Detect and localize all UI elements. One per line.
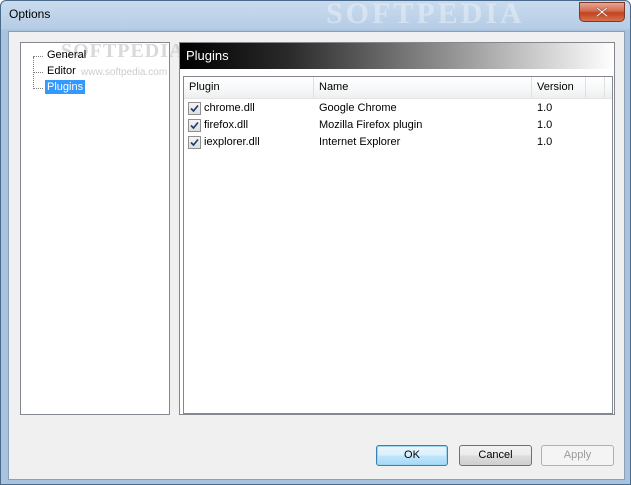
table-row[interactable]: firefox.dll Mozilla Firefox plugin 1.0 bbox=[184, 117, 612, 134]
title-bar[interactable]: Options SOFTPEDIA bbox=[1, 0, 630, 31]
plugin-name: Google Chrome bbox=[319, 102, 397, 114]
checkmark-icon bbox=[190, 104, 199, 113]
plugin-version: 1.0 bbox=[537, 136, 553, 148]
close-icon bbox=[596, 7, 608, 17]
plugin-enabled-checkbox[interactable] bbox=[188, 136, 201, 149]
options-window: Options SOFTPEDIA SOFTPEDIA www.softpedi… bbox=[0, 0, 631, 485]
table-row[interactable]: chrome.dll Google Chrome 1.0 bbox=[184, 100, 612, 117]
tree-connector bbox=[33, 88, 43, 89]
plugin-enabled-checkbox[interactable] bbox=[188, 119, 201, 132]
list-header: Plugin Name Version bbox=[184, 77, 612, 99]
apply-button[interactable]: Apply bbox=[541, 445, 614, 466]
table-row[interactable]: iexplorer.dll Internet Explorer 1.0 bbox=[184, 134, 612, 151]
plugin-name: Mozilla Firefox plugin bbox=[319, 119, 423, 131]
plugins-list[interactable]: Plugin Name Version chrome.dll Google Ch… bbox=[183, 76, 613, 414]
tree-watermark-url: www.softpedia.com bbox=[81, 67, 168, 78]
plugin-file: chrome.dll bbox=[204, 102, 255, 114]
column-header-version[interactable]: Version bbox=[532, 77, 586, 98]
dialog-client-area: SOFTPEDIA www.softpedia.com General Edit… bbox=[8, 31, 625, 480]
window-title: Options bbox=[9, 7, 51, 21]
plugin-version: 1.0 bbox=[537, 119, 553, 131]
panel-title: Plugins bbox=[186, 48, 229, 63]
tree-connector bbox=[33, 57, 34, 89]
tree-item-general[interactable]: General bbox=[45, 48, 88, 62]
plugin-file: iexplorer.dll bbox=[204, 136, 260, 148]
ok-button[interactable]: OK bbox=[376, 445, 448, 466]
options-tree[interactable]: SOFTPEDIA www.softpedia.com General Edit… bbox=[20, 40, 183, 415]
plugin-file: firefox.dll bbox=[204, 119, 249, 131]
plugin-name: Internet Explorer bbox=[319, 136, 401, 148]
plugin-version: 1.0 bbox=[537, 102, 553, 114]
column-header-filler bbox=[586, 77, 605, 98]
column-header-plugin[interactable]: Plugin bbox=[184, 77, 314, 98]
checkmark-icon bbox=[190, 138, 199, 147]
plugin-enabled-checkbox[interactable] bbox=[188, 102, 201, 115]
cancel-button[interactable]: Cancel bbox=[459, 445, 532, 466]
title-watermark: SOFTPEDIA bbox=[326, 0, 525, 30]
tree-item-plugins[interactable]: Plugins bbox=[45, 80, 86, 94]
column-header-name[interactable]: Name bbox=[314, 77, 532, 98]
plugins-panel: Plugins Plugin Name Version chrome.dll G… bbox=[179, 42, 615, 415]
tree-connector bbox=[33, 72, 43, 73]
checkmark-icon bbox=[190, 121, 199, 130]
close-button[interactable] bbox=[579, 2, 625, 22]
tree-item-editor[interactable]: Editor bbox=[45, 64, 78, 78]
tree-connector bbox=[33, 56, 43, 57]
panel-header: Plugins bbox=[180, 43, 614, 69]
